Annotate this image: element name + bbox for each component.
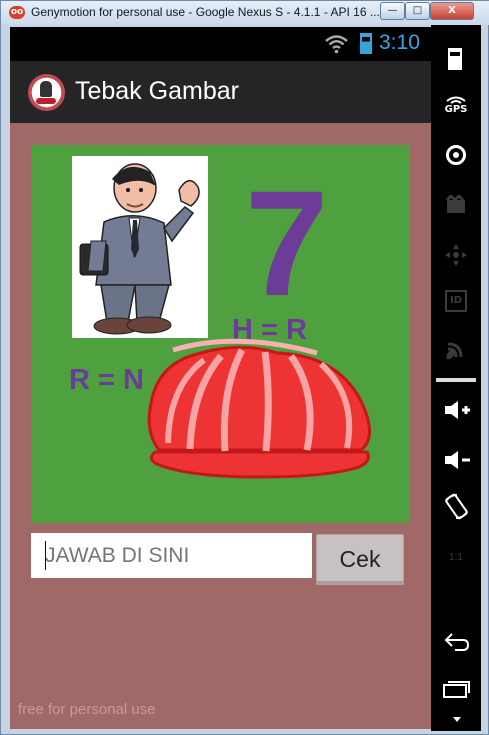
- personal-use-watermark: free for personal use: [18, 701, 156, 718]
- check-button[interactable]: Cek: [316, 534, 404, 585]
- android-status-bar: 3:10: [10, 27, 431, 61]
- rotate-icon[interactable]: [443, 493, 470, 520]
- text-cursor: [45, 541, 46, 570]
- close-button[interactable]: X: [430, 2, 474, 20]
- volume-up-icon[interactable]: [443, 399, 471, 421]
- recent-apps-icon[interactable]: [443, 679, 470, 699]
- app-title: Tebak Gambar: [75, 77, 239, 105]
- window-title: Genymotion for personal use - Google Nex…: [31, 5, 380, 19]
- genymotion-side-controls: GPS ID 1:1: [431, 25, 481, 731]
- volume-down-icon[interactable]: [443, 449, 471, 471]
- id-icon: ID: [445, 290, 467, 312]
- dpad-icon: [445, 244, 467, 266]
- wifi-signal-icon: [325, 35, 348, 54]
- panel-scroll-indicator-icon: [453, 717, 461, 722]
- gps-label: GPS: [444, 104, 468, 115]
- side-panel-separator: [436, 378, 476, 382]
- jelly-illustration: [147, 338, 371, 479]
- app-action-bar: Tebak Gambar: [10, 61, 431, 123]
- answer-input[interactable]: [31, 533, 312, 578]
- scale-icon: 1:1: [431, 537, 481, 579]
- back-icon[interactable]: [443, 632, 470, 652]
- puzzle-number: 7: [245, 159, 328, 327]
- window-titlebar[interactable]: oo Genymotion for personal use - Google …: [1, 1, 489, 25]
- left-hint: R = N: [69, 364, 144, 396]
- puzzle-image: 7 H = R R = N: [31, 145, 410, 523]
- maximize-button[interactable]: □: [405, 2, 430, 20]
- android-screen: 3:10 Tebak Gambar 7 H = R R = N JAWAB DI…: [10, 27, 431, 729]
- video-icon: [446, 195, 465, 213]
- cast-icon: [446, 342, 463, 359]
- status-time: 3:10: [379, 31, 420, 54]
- camera-icon[interactable]: [446, 145, 466, 165]
- genymotion-window: oo Genymotion for personal use - Google …: [0, 0, 489, 735]
- scale-label: 1:1: [449, 552, 463, 563]
- battery-icon[interactable]: [448, 48, 462, 70]
- genymotion-logo-icon: oo: [9, 6, 25, 19]
- status-battery-icon: [360, 33, 372, 54]
- app-logo-icon: [28, 74, 65, 111]
- minimize-button[interactable]: —: [380, 2, 405, 20]
- puzzle-illustration: 7 H = R R = N: [69, 156, 371, 479]
